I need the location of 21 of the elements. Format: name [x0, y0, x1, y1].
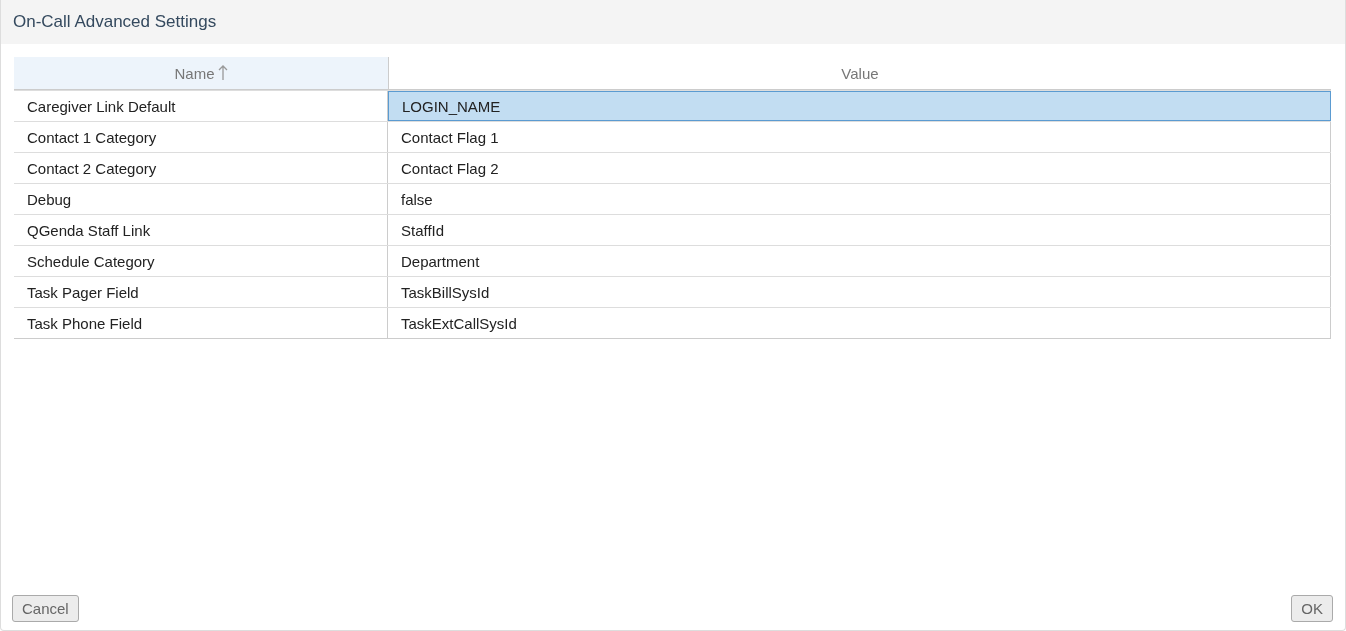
column-header[interactable]: Name [14, 57, 389, 89]
table-cell: QGenda Staff Link [14, 215, 388, 245]
table-cell[interactable]: StaffId [388, 215, 1331, 245]
table-cell[interactable]: TaskBillSysId [388, 277, 1331, 307]
table-cell: Schedule Category [14, 246, 388, 276]
dialog-button[interactable]: Cancel [12, 595, 79, 622]
window-title: On-Call Advanced Settings [13, 12, 217, 32]
table-cell[interactable]: false [388, 184, 1331, 214]
table-cell: Task Pager Field [14, 277, 388, 307]
table-cell: Debug [14, 184, 388, 214]
table-cell[interactable]: Contact Flag 1 [388, 122, 1331, 152]
sort-arrow-icon [217, 65, 228, 81]
table-cell[interactable]: LOGIN_NAME [388, 91, 1331, 121]
table-cell: Contact 1 Category [14, 122, 388, 152]
table-cell[interactable]: Department [388, 246, 1331, 276]
table-cell[interactable]: Contact Flag 2 [388, 153, 1331, 183]
table-cell: Contact 2 Category [14, 153, 388, 183]
column-header[interactable]: Value [389, 57, 1331, 89]
table-cell: Task Phone Field [14, 308, 388, 338]
table-cell[interactable]: TaskExtCallSysId [388, 308, 1331, 338]
dialog-button[interactable]: OK [1291, 595, 1333, 622]
